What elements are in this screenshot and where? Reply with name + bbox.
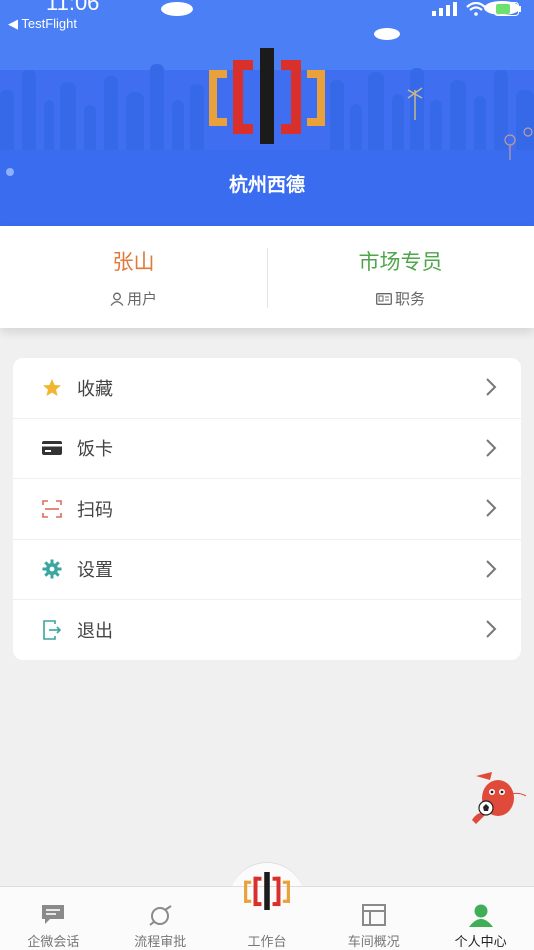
person-icon	[468, 904, 493, 927]
header-banner: 11:06 ◀ TestFlight 杭州西德	[0, 0, 534, 226]
tab-label: 个人中心	[454, 935, 507, 950]
wifi-icon	[466, 2, 486, 16]
menu-item-settings[interactable]: 设置	[13, 540, 521, 600]
menu-item-scan[interactable]: 扫码	[13, 479, 521, 540]
user-column: 张山 用户	[0, 226, 267, 328]
tab-approval[interactable]: 流程审批	[107, 887, 214, 950]
chat-icon	[42, 905, 65, 924]
layout-icon	[361, 904, 386, 926]
approval-icon	[149, 905, 172, 926]
workbench-logo-icon[interactable]	[244, 872, 290, 910]
user-label: 用户	[126, 290, 157, 308]
position-column: 市场专员 职务	[267, 226, 534, 328]
company-name: 杭州西德	[228, 174, 305, 196]
user-label-row: 用户	[0, 288, 267, 309]
company-logo	[209, 48, 325, 144]
tab-label: 工作台	[247, 935, 287, 950]
position-label: 职务	[394, 290, 425, 308]
chevron-right-icon	[486, 559, 497, 578]
tab-chat[interactable]: 企微会话	[0, 887, 107, 950]
tab-label: 车间概况	[347, 935, 400, 950]
tab-personal-center[interactable]: 个人中心	[427, 887, 534, 950]
id-card-icon	[376, 292, 392, 305]
menu-item-meal-card[interactable]: 饭卡	[13, 419, 521, 479]
user-name: 张山	[112, 250, 155, 274]
profile-card: 张山 用户 市场专员 职务	[0, 226, 534, 328]
user-position: 市场专员	[358, 250, 443, 274]
menu-item-favorites[interactable]: 收藏	[13, 358, 521, 419]
chevron-right-icon	[486, 378, 497, 396]
tab-label: 企微会话	[27, 935, 80, 950]
status-bar: 11:06 ◀ TestFlight	[0, 0, 534, 44]
battery-icon	[494, 2, 521, 16]
menu-item-logout[interactable]: 退出	[13, 600, 521, 660]
menu-item-label: 饭卡	[77, 439, 113, 461]
status-icons	[432, 2, 522, 16]
menu-item-label: 扫码	[77, 499, 113, 521]
tab-label: 流程审批	[134, 935, 187, 950]
menu-item-label: 收藏	[77, 378, 113, 400]
card-icon	[41, 437, 63, 459]
chevron-right-icon	[486, 499, 497, 517]
menu-item-label: 设置	[77, 560, 113, 582]
chevron-right-icon	[486, 620, 497, 638]
scan-icon	[41, 498, 63, 520]
status-time: 11:06	[46, 0, 100, 15]
logout-icon	[41, 619, 63, 641]
settings-menu: 收藏 饭卡 扫码 设置 退出	[13, 358, 521, 660]
signal-icon	[432, 2, 457, 16]
star-icon	[41, 377, 63, 399]
menu-item-label: 退出	[77, 621, 113, 643]
back-to-app-link[interactable]: ◀ TestFlight	[8, 16, 77, 32]
user-icon	[110, 292, 124, 306]
mascot-sticker-icon[interactable]	[468, 770, 530, 826]
position-label-row: 职务	[267, 288, 534, 309]
tab-workshop-overview[interactable]: 车间概况	[320, 887, 427, 950]
chevron-right-icon	[486, 438, 497, 457]
gear-icon	[41, 558, 63, 580]
